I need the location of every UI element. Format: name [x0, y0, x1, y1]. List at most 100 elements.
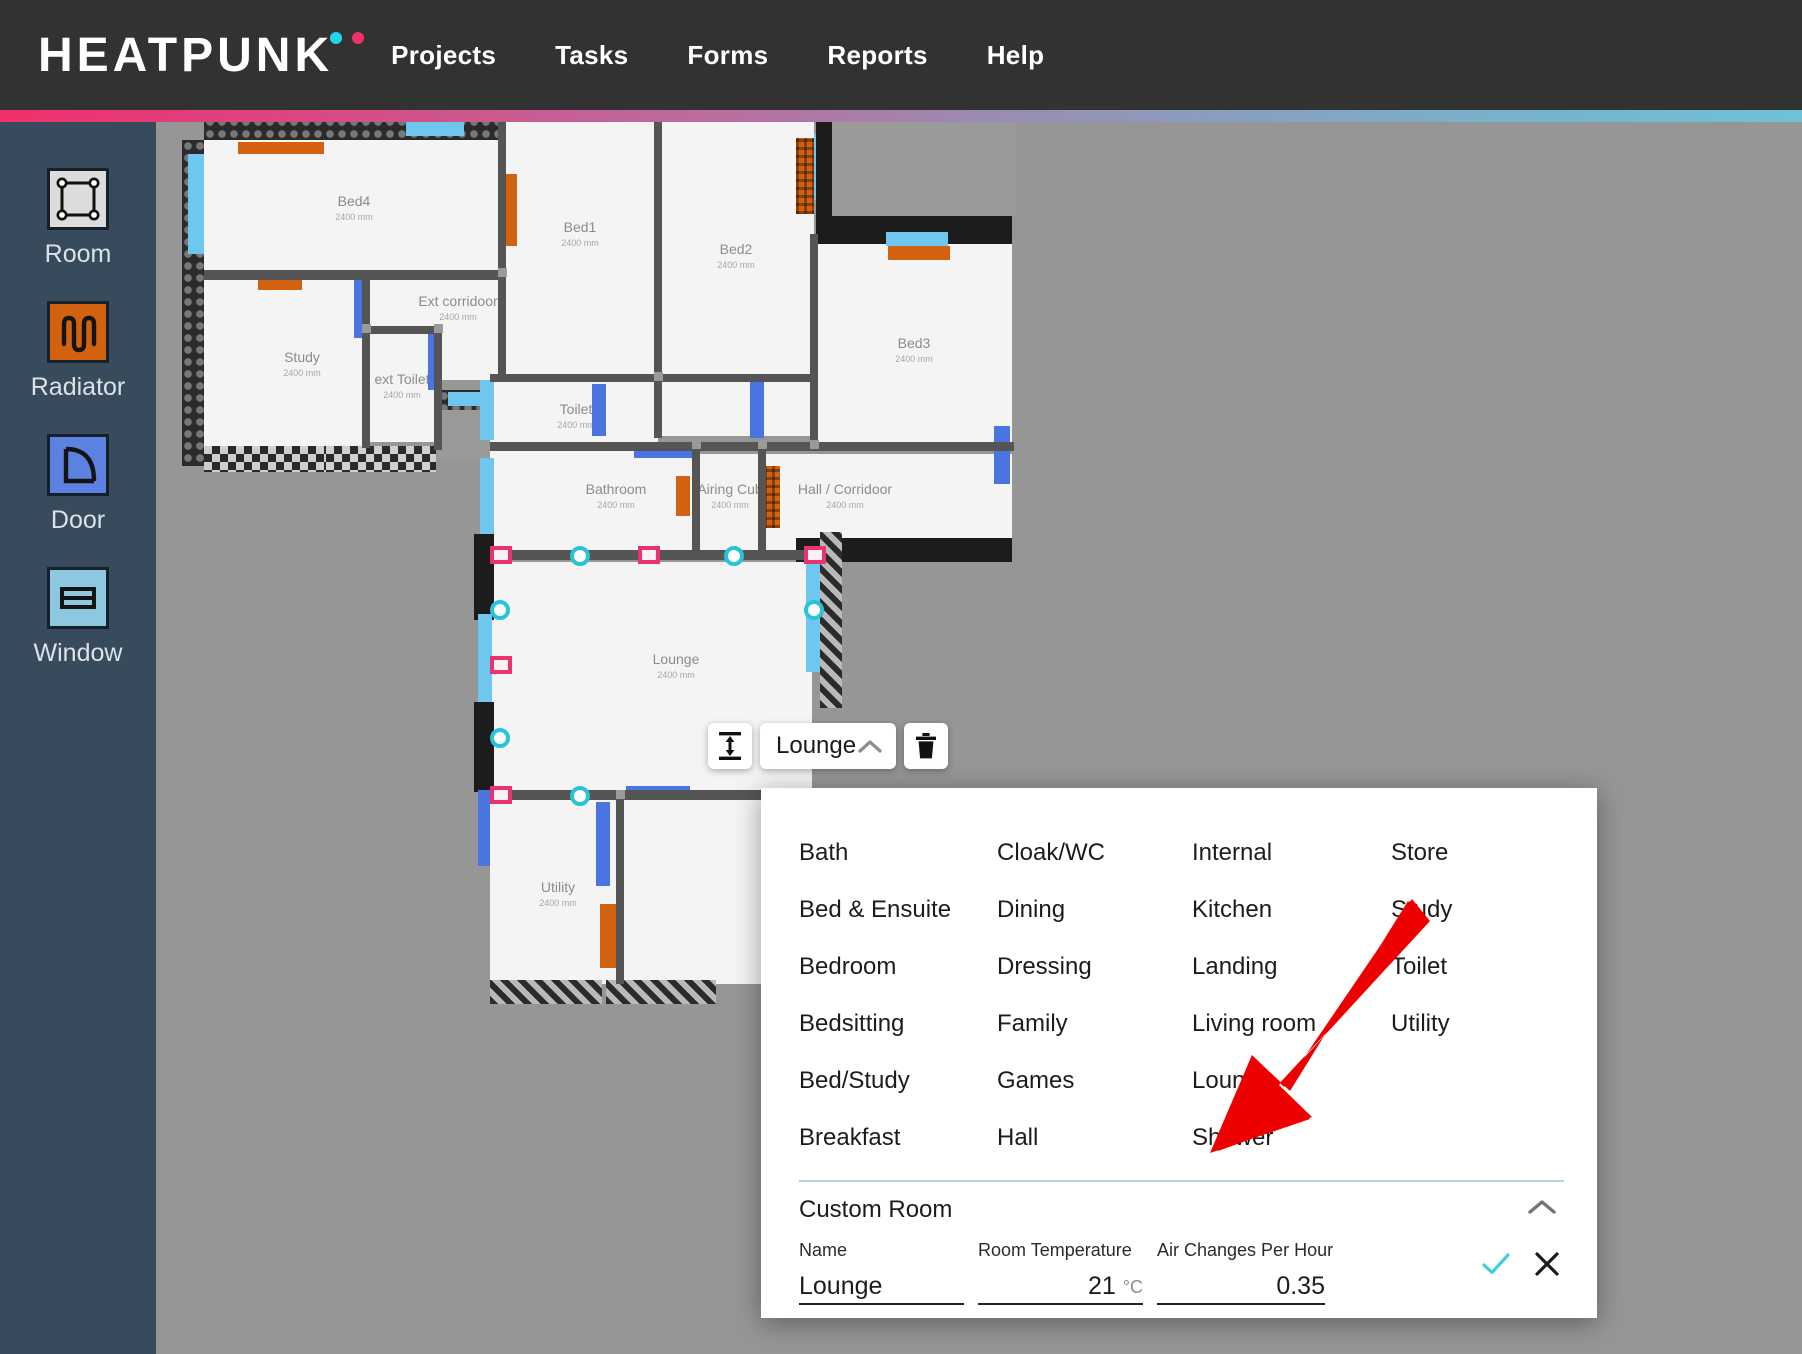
- room-type-option[interactable]: Family: [997, 995, 1192, 1052]
- radiator[interactable]: [764, 466, 780, 528]
- sidebar-tool-room[interactable]: Room: [0, 168, 156, 269]
- room-bathroom[interactable]: [490, 454, 692, 550]
- room-type-option[interactable]: Bath: [799, 824, 997, 881]
- radiator[interactable]: [796, 138, 814, 214]
- door[interactable]: [750, 380, 764, 438]
- room-bed2[interactable]: [658, 122, 814, 436]
- selection-handle-circle[interactable]: [570, 546, 590, 566]
- logo-dot-cyan-icon: [330, 31, 342, 44]
- wall: [204, 270, 504, 280]
- selection-handle-square[interactable]: [490, 546, 512, 564]
- room-type-option[interactable]: Cloak/WC: [997, 824, 1192, 881]
- wall: [692, 450, 700, 554]
- delete-room-button[interactable]: [904, 723, 948, 769]
- selection-handle-circle[interactable]: [804, 600, 824, 620]
- room-airing-cub[interactable]: [698, 454, 762, 550]
- room-type-option[interactable]: Toilet: [1391, 938, 1559, 995]
- room-type-select[interactable]: Lounge: [760, 723, 896, 769]
- selection-handle-circle[interactable]: [724, 546, 744, 566]
- wall-node[interactable]: [434, 324, 443, 333]
- room-type-option[interactable]: Games: [997, 1052, 1192, 1109]
- door-swing-icon: [47, 434, 109, 496]
- room-type-option[interactable]: Hall: [997, 1109, 1192, 1166]
- door[interactable]: [592, 384, 606, 436]
- room-type-option[interactable]: Living room: [1192, 995, 1391, 1052]
- room-type-option[interactable]: Dining: [997, 881, 1192, 938]
- room-type-option[interactable]: Bed/Study: [799, 1052, 997, 1109]
- room-bed1[interactable]: [502, 122, 658, 380]
- room-type-option[interactable]: Kitchen: [1192, 881, 1391, 938]
- room-type-option[interactable]: Study: [1391, 881, 1559, 938]
- room-bed4[interactable]: [204, 140, 502, 276]
- radiator-coil-icon: [47, 301, 109, 363]
- room-height-button[interactable]: [708, 723, 752, 769]
- custom-room-title: Custom Room: [799, 1196, 953, 1223]
- sidebar-tool-radiator[interactable]: Radiator: [0, 301, 156, 402]
- room-type-options: Bath Cloak/WC Internal Store Bed & Ensui…: [799, 824, 1559, 1166]
- window[interactable]: [480, 458, 494, 538]
- selection-handle-square[interactable]: [490, 656, 512, 674]
- selection-handle-circle[interactable]: [570, 786, 590, 806]
- room-type-option[interactable]: Shower: [1192, 1109, 1391, 1166]
- air-changes-per-hour-input[interactable]: 0.35: [1157, 1267, 1325, 1305]
- room-type-option[interactable]: Breakfast: [799, 1109, 997, 1166]
- room-type-option[interactable]: Dressing: [997, 938, 1192, 995]
- sidebar-tool-label: Radiator: [30, 373, 126, 401]
- selection-handle-square[interactable]: [804, 546, 826, 564]
- room-hall-corridoor[interactable]: [766, 454, 1012, 550]
- room-type-option[interactable]: Lounge: [1192, 1052, 1391, 1109]
- logo-text: HEATPUNK: [38, 28, 334, 82]
- cancel-button[interactable]: [1533, 1251, 1561, 1282]
- wall-node[interactable]: [616, 790, 625, 799]
- window[interactable]: [406, 122, 464, 136]
- radiator[interactable]: [600, 904, 616, 968]
- room-type-option[interactable]: Bedsitting: [799, 995, 997, 1052]
- room-type-option[interactable]: Bedroom: [799, 938, 997, 995]
- wall-node[interactable]: [692, 440, 701, 449]
- room-type-selected-value: Lounge: [776, 732, 857, 759]
- confirm-button[interactable]: [1481, 1251, 1511, 1282]
- wall-node[interactable]: [498, 268, 507, 277]
- room-study[interactable]: [204, 276, 368, 462]
- nav-item-forms[interactable]: Forms: [687, 40, 768, 71]
- room-polygon-icon: [47, 168, 109, 230]
- room-type-option[interactable]: Landing: [1192, 938, 1391, 995]
- selection-handle-circle[interactable]: [490, 728, 510, 748]
- wall-checker: [326, 446, 436, 472]
- room-type-option[interactable]: Bed & Ensuite: [799, 881, 997, 938]
- custom-room-name-field: Name Lounge: [799, 1240, 964, 1305]
- wall-node[interactable]: [362, 324, 371, 333]
- radiator[interactable]: [238, 142, 324, 154]
- selection-handle-square[interactable]: [490, 786, 512, 804]
- door[interactable]: [994, 426, 1010, 484]
- radiator[interactable]: [676, 476, 690, 516]
- window[interactable]: [886, 232, 948, 246]
- tool-sidebar: Room Radiator Door Window: [0, 122, 156, 1354]
- nav-item-tasks[interactable]: Tasks: [555, 40, 628, 71]
- selection-handle-circle[interactable]: [490, 600, 510, 620]
- room-type-option[interactable]: Internal: [1192, 824, 1391, 881]
- nav-item-help[interactable]: Help: [987, 40, 1045, 71]
- window[interactable]: [188, 154, 204, 254]
- custom-room-collapse-button[interactable]: [1527, 1198, 1557, 1221]
- nav-item-reports[interactable]: Reports: [827, 40, 927, 71]
- field-label: Name: [799, 1240, 848, 1260]
- sidebar-tool-door[interactable]: Door: [0, 434, 156, 535]
- wall-node[interactable]: [810, 440, 819, 449]
- nav-item-projects[interactable]: Projects: [391, 40, 496, 71]
- name-input[interactable]: Lounge: [799, 1267, 964, 1305]
- room-type-option[interactable]: Utility: [1391, 995, 1559, 1052]
- sidebar-tool-window[interactable]: Window: [0, 567, 156, 668]
- door[interactable]: [596, 802, 610, 886]
- exterior-void: [832, 122, 1016, 216]
- sidebar-tool-label: Door: [50, 506, 106, 534]
- room-bed3[interactable]: [816, 244, 1012, 444]
- wall-node[interactable]: [758, 440, 767, 449]
- window[interactable]: [480, 380, 494, 440]
- wall-node[interactable]: [654, 372, 663, 381]
- selection-handle-square[interactable]: [638, 546, 660, 564]
- field-value: 21: [1087, 1272, 1116, 1300]
- room-temperature-input[interactable]: 21 °C: [978, 1267, 1143, 1305]
- room-type-option[interactable]: Store: [1391, 824, 1559, 881]
- radiator[interactable]: [888, 246, 950, 260]
